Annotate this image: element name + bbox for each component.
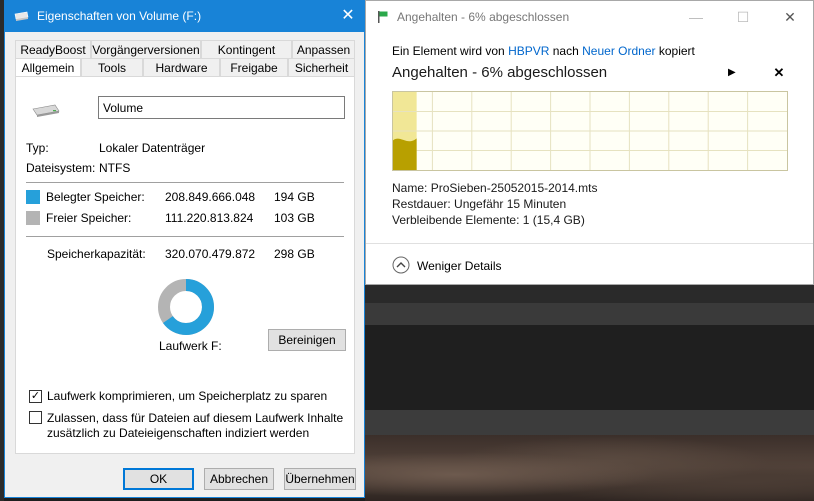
tab-hardware[interactable]: Hardware [143, 58, 220, 77]
filesystem-label: Dateisystem: [26, 161, 96, 175]
background-band [365, 303, 814, 325]
properties-titlebar[interactable]: Eigenschaften von Volume (F:) ✕ [5, 1, 364, 32]
drive-icon [32, 104, 60, 117]
name-row: Name: ProSieben-25052015-2014.mts [392, 181, 597, 195]
ok-button[interactable]: OK [123, 468, 194, 490]
capacity-gb: 298 GB [274, 247, 315, 261]
copy-flag-icon [378, 11, 388, 23]
divider [26, 182, 344, 183]
tab-anpassen[interactable]: Anpassen [292, 40, 355, 59]
close-icon[interactable]: ✕ [780, 7, 800, 27]
used-space-bytes: 208.849.666.048 [165, 190, 256, 204]
used-space-gb: 194 GB [274, 190, 315, 204]
destination-link[interactable]: Neuer Ordner [582, 44, 655, 58]
free-space-swatch [26, 211, 40, 225]
cancel-copy-icon[interactable]: ✕ [772, 65, 786, 80]
copy-suffix: kopiert [658, 44, 695, 58]
used-space-label: Belegter Speicher: [46, 190, 145, 204]
compress-label: Laufwerk komprimieren, um Speicherplatz … [47, 389, 328, 403]
compress-checkbox[interactable]: ✓ [29, 390, 42, 403]
drive-letter-label: Laufwerk F: [159, 339, 222, 353]
copy-progress-window: Angehalten - 6% abgeschlossen — ☐ ✕ Ein … [365, 0, 814, 285]
name-label: Name: [392, 181, 428, 195]
free-space-label: Freier Speicher: [46, 211, 132, 225]
background-band [365, 410, 814, 435]
copy-status: Angehalten - 6% abgeschlossen [392, 64, 608, 81]
name-value: ProSieben-25052015-2014.mts [430, 181, 598, 195]
close-icon[interactable]: ✕ [337, 5, 359, 27]
capacity-bytes: 320.070.479.872 [165, 247, 256, 261]
usage-donut-chart [158, 279, 214, 335]
remaining-value: Ungefähr 15 Minuten [454, 197, 567, 211]
copy-description: Ein Element wird von HBPVR nach Neuer Or… [392, 44, 695, 58]
background-band [365, 325, 814, 410]
minimize-icon[interactable]: — [686, 7, 706, 27]
window-title: Eigenschaften von Volume (F:) [37, 9, 202, 23]
tab-allgemein[interactable]: Allgemein [15, 58, 81, 78]
index-label-line2: zusätzlich zu Dateieigenschaften indizie… [47, 426, 310, 440]
apply-button[interactable]: Übernehmen [284, 468, 356, 490]
copy-window-title: Angehalten - 6% abgeschlossen [397, 10, 570, 24]
index-checkbox[interactable] [29, 411, 42, 424]
drive-icon [14, 11, 29, 21]
remaining-row: Restdauer: Ungefähr 15 Minuten [392, 197, 566, 211]
used-space-swatch [26, 190, 40, 204]
divider [366, 243, 813, 244]
tab-sicherheit[interactable]: Sicherheit [288, 58, 355, 77]
items-row: Verbleibende Elemente: 1 (15,4 GB) [392, 213, 585, 227]
free-space-bytes: 111.220.813.824 [165, 211, 254, 225]
type-value: Lokaler Datenträger [99, 141, 206, 155]
transfer-graph-canvas [393, 92, 787, 170]
filesystem-value: NTFS [99, 161, 131, 175]
items-label: Verbleibende Elemente: [392, 213, 520, 227]
graph-throughput-area [393, 138, 417, 170]
tab-kontingent[interactable]: Kontingent [201, 40, 292, 59]
chevron-up-icon[interactable] [392, 256, 410, 274]
maximize-icon[interactable]: ☐ [733, 7, 753, 27]
cleanup-button[interactable]: Bereinigen [268, 329, 346, 351]
general-panel: Typ: Lokaler Datenträger Dateisystem: NT… [15, 76, 355, 454]
type-label: Typ: [26, 141, 49, 155]
copy-prefix: Ein Element wird von [392, 44, 505, 58]
tab-vorgaengerversionen[interactable]: Vorgängerversionen [91, 40, 201, 59]
less-details-label[interactable]: Weniger Details [417, 259, 501, 273]
tab-readyboost[interactable]: ReadyBoost [15, 40, 91, 59]
tab-freigabe[interactable]: Freigabe [220, 58, 288, 77]
volume-name-input[interactable] [98, 96, 345, 119]
free-space-gb: 103 GB [274, 211, 315, 225]
divider [26, 236, 344, 237]
properties-window: Eigenschaften von Volume (F:) ✕ ReadyBoo… [4, 0, 365, 498]
source-link[interactable]: HBPVR [508, 44, 549, 58]
index-label-line1: Zulassen, dass für Dateien auf diesem La… [47, 411, 344, 425]
copy-mid: nach [552, 44, 579, 58]
items-value: 1 (15,4 GB) [522, 213, 585, 227]
wallpaper-image [365, 435, 814, 501]
capacity-label: Speicherkapazität: [47, 247, 146, 261]
tab-tools[interactable]: Tools [81, 58, 143, 77]
copy-titlebar[interactable]: Angehalten - 6% abgeschlossen — ☐ ✕ [366, 1, 813, 32]
cancel-button[interactable]: Abbrechen [204, 468, 274, 490]
background-band [365, 285, 814, 303]
remaining-label: Restdauer: [392, 197, 451, 211]
resume-icon[interactable]: ▶ [728, 67, 738, 79]
transfer-rate-graph [392, 91, 788, 171]
